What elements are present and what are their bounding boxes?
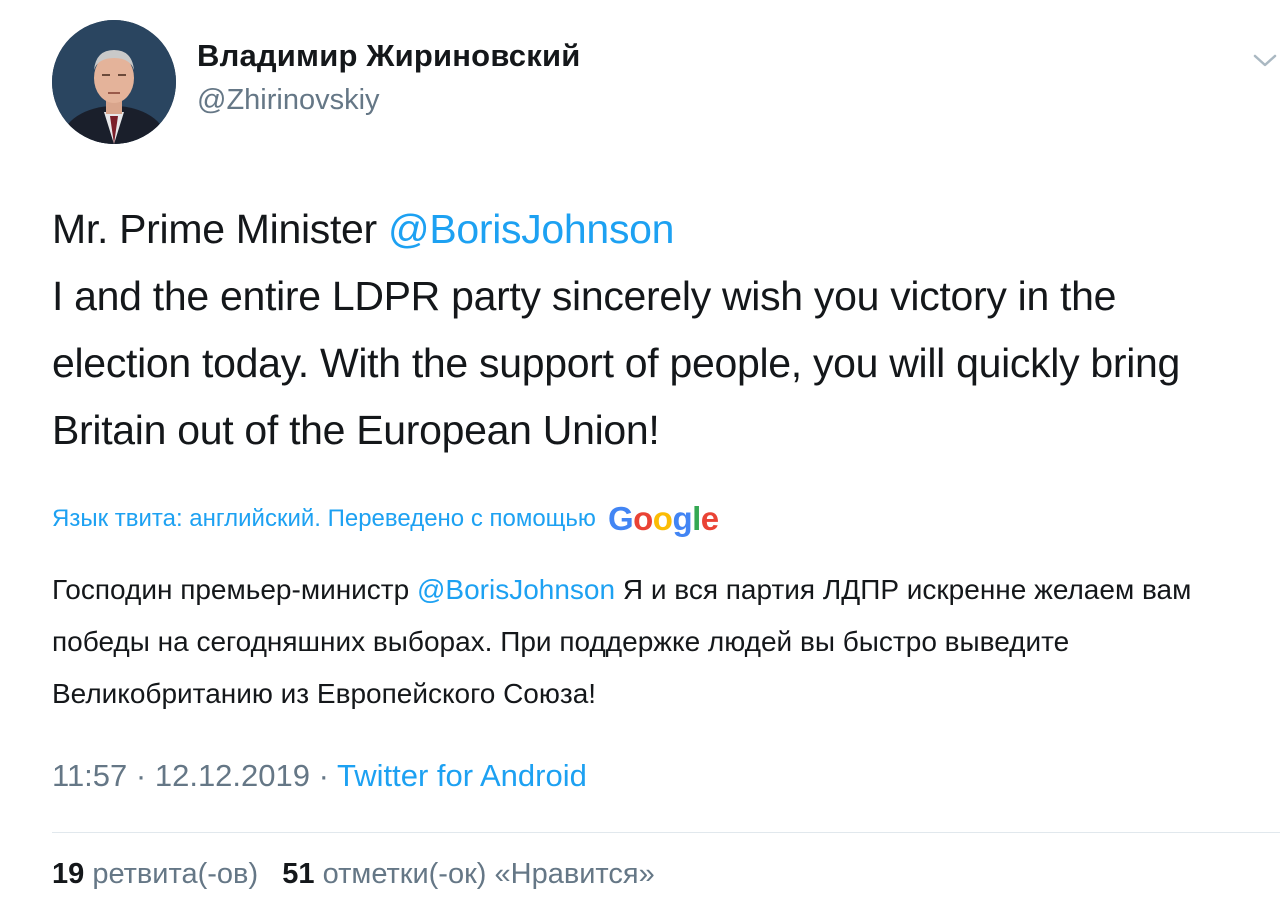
tweet-stats: 19 ретвита(-ов) 51 отметки(-ок) «Нравитс… <box>52 858 655 891</box>
translated-prefix: Господин премьер-министр <box>52 574 417 605</box>
likes-count: 51 <box>282 858 315 890</box>
translated-text: Господин премьер-министр @BorisJohnson Я… <box>52 564 1267 720</box>
meta-separator: · <box>310 758 337 793</box>
avatar[interactable] <box>52 20 176 144</box>
retweets-label: ретвита(-ов) <box>92 858 259 890</box>
tweet-text: Mr. Prime Minister @BorisJohnson I and t… <box>52 196 1262 464</box>
author-display-name[interactable]: Владимир Жириновский <box>197 38 580 74</box>
tweet-prefix: Mr. Prime Minister <box>52 206 388 252</box>
translated-mention-link[interactable]: @BorisJohnson <box>417 574 615 605</box>
retweets-count: 19 <box>52 858 85 890</box>
likes-label: отметки(-ок) «Нравится» <box>322 858 655 890</box>
mention-link[interactable]: @BorisJohnson <box>388 206 674 252</box>
tweet-meta: 11:57 · 12.12.2019 · Twitter for Android <box>52 758 587 794</box>
divider <box>52 832 1280 833</box>
tweet-body: I and the entire LDPR party sincerely wi… <box>52 273 1181 453</box>
tweet-source-link[interactable]: Twitter for Android <box>337 758 587 793</box>
tweet-date[interactable]: 12.12.2019 <box>155 758 310 793</box>
tweet-first-line: Mr. Prime Minister @BorisJohnson <box>52 196 1262 263</box>
google-logo: Google <box>607 500 719 537</box>
retweets-stat[interactable]: 19 ретвита(-ов) <box>52 858 258 890</box>
tweet-time[interactable]: 11:57 <box>52 758 127 793</box>
author-handle[interactable]: @Zhirinovskiy <box>197 84 380 117</box>
avatar-image <box>52 20 176 144</box>
translation-notice[interactable]: Язык твита: английский. Переведено с пом… <box>52 500 719 538</box>
likes-stat[interactable]: 51 отметки(-ок) «Нравится» <box>282 858 654 890</box>
meta-separator: · <box>127 758 155 793</box>
translation-notice-text: Язык твита: английский. Переведено с пом… <box>52 505 596 532</box>
chevron-down-icon[interactable] <box>1252 50 1278 70</box>
